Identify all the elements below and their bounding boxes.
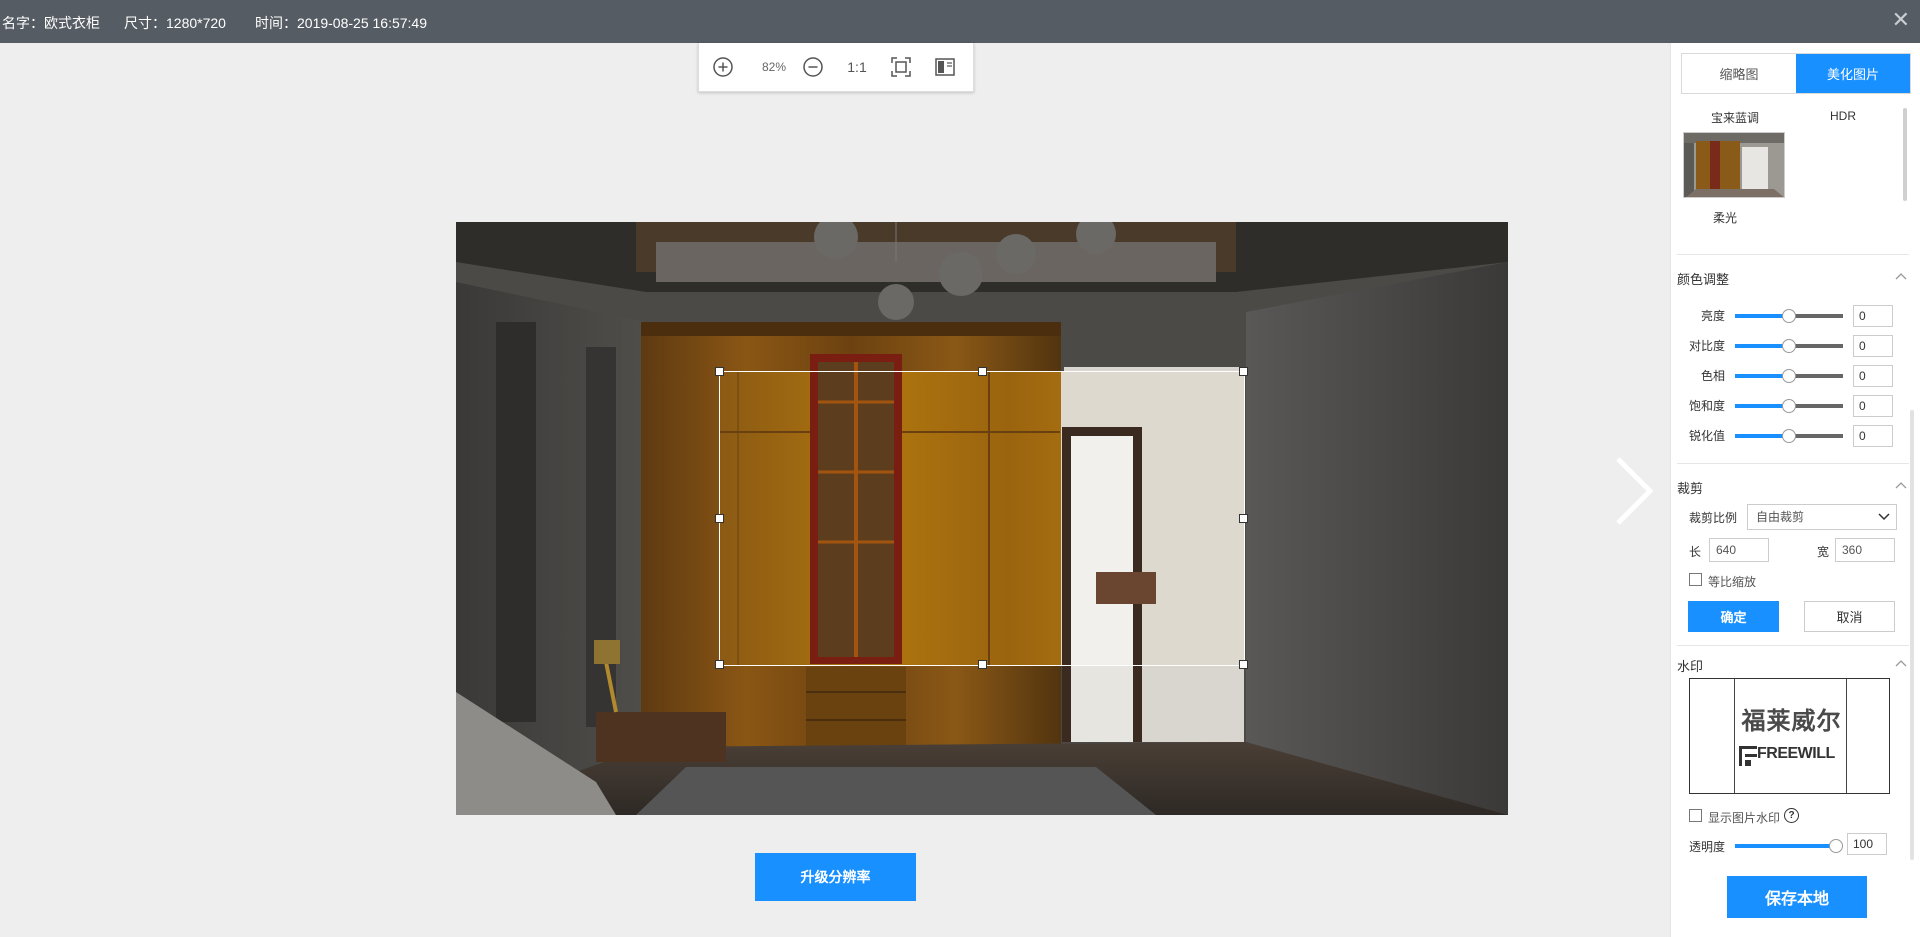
crop-handle-top[interactable] bbox=[978, 367, 987, 376]
crop-ratio-label: 裁剪比例 bbox=[1689, 511, 1738, 525]
help-icon[interactable]: ? bbox=[1784, 808, 1799, 823]
crop-handle-bottom[interactable] bbox=[978, 660, 987, 669]
brightness-label: 亮度 bbox=[1700, 309, 1725, 323]
compare-view-icon[interactable] bbox=[933, 55, 957, 79]
panel-scrollbar[interactable] bbox=[1910, 410, 1914, 860]
main-image[interactable] bbox=[456, 222, 1508, 815]
crop-length-input[interactable]: 640 bbox=[1709, 538, 1769, 562]
chevron-up-icon[interactable] bbox=[1895, 272, 1907, 280]
crop-width-label: 宽 bbox=[1817, 545, 1830, 559]
crop-handle-top-right[interactable] bbox=[1239, 367, 1248, 376]
crop-handle-bottom-left[interactable] bbox=[715, 660, 724, 669]
opacity-input[interactable]: 100 bbox=[1847, 833, 1887, 855]
zoom-level: 82% bbox=[761, 60, 787, 74]
sharpen-label: 锐化值 bbox=[1688, 429, 1725, 443]
hue-label: 色相 bbox=[1700, 369, 1725, 383]
brightness-input[interactable]: 0 bbox=[1853, 305, 1893, 327]
crop-handle-top-left[interactable] bbox=[715, 367, 724, 376]
watermark-logo: 福莱威尔 FREEWILL bbox=[1734, 679, 1847, 793]
opacity-slider[interactable] bbox=[1735, 839, 1843, 853]
crop-selection[interactable] bbox=[715, 367, 1248, 669]
actual-size-button[interactable]: 1:1 bbox=[839, 55, 875, 79]
crop-title: 裁剪 bbox=[1677, 481, 1704, 496]
zoom-out-icon[interactable] bbox=[801, 55, 825, 79]
chevron-up-icon[interactable] bbox=[1895, 481, 1907, 489]
crop-cancel-button[interactable]: 取消 bbox=[1804, 601, 1895, 632]
crop-handle-left[interactable] bbox=[715, 514, 724, 523]
crop-confirm-button[interactable]: 确定 bbox=[1688, 601, 1779, 632]
contrast-input[interactable]: 0 bbox=[1853, 335, 1893, 357]
crop-handle-bottom-right[interactable] bbox=[1239, 660, 1248, 669]
filter-thumbnail-softlight[interactable] bbox=[1683, 132, 1785, 198]
watermark-logo-en: FREEWILL bbox=[1757, 745, 1835, 762]
color-adjust-title: 颜色调整 bbox=[1677, 272, 1730, 287]
slider-knob[interactable] bbox=[1829, 839, 1843, 853]
saturation-slider[interactable] bbox=[1735, 399, 1843, 413]
saturation-input[interactable]: 0 bbox=[1853, 395, 1893, 417]
panel-tabs: 缩略图 美化图片 bbox=[1681, 53, 1911, 94]
slider-knob[interactable] bbox=[1782, 339, 1796, 353]
crop-ratio-select[interactable]: 自由裁剪 bbox=[1747, 504, 1897, 530]
brand-logo-icon bbox=[1739, 746, 1757, 766]
filter-label-blue[interactable]: 宝来蓝调 bbox=[1711, 109, 1759, 126]
saturation-label: 饱和度 bbox=[1688, 399, 1725, 413]
upgrade-resolution-button[interactable]: 升级分辨率 bbox=[755, 853, 916, 901]
file-name: 名字：欧式衣柜 bbox=[2, 15, 100, 31]
zoom-toolbar: 82% 1:1 bbox=[698, 43, 974, 92]
proportional-checkbox[interactable] bbox=[1689, 573, 1702, 586]
divider bbox=[1677, 463, 1909, 464]
sharpen-slider[interactable] bbox=[1735, 429, 1843, 443]
filter-label-softlight[interactable]: 柔光 bbox=[1713, 209, 1737, 226]
divider bbox=[1677, 645, 1909, 646]
contrast-slider[interactable] bbox=[1735, 339, 1843, 353]
proportional-label: 等比缩放 bbox=[1708, 575, 1757, 589]
edit-panel: 缩略图 美化图片 宝来蓝调 HDR 柔光 颜色调整 亮度 0 对比度 0 色相 … bbox=[1670, 43, 1920, 937]
save-local-button[interactable]: 保存本地 bbox=[1727, 876, 1867, 918]
zoom-in-icon[interactable] bbox=[711, 55, 735, 79]
slider-knob[interactable] bbox=[1782, 309, 1796, 323]
image-time: 时间：2019-08-25 16:57:49 bbox=[255, 15, 427, 31]
title-bar: 名字：欧式衣柜 尺寸：1280*720 时间：2019-08-25 16:57:… bbox=[0, 0, 1920, 43]
watermark-logo-cn: 福莱威尔 bbox=[1741, 707, 1842, 735]
crop-width-input[interactable]: 360 bbox=[1835, 538, 1895, 562]
opacity-label: 透明度 bbox=[1689, 840, 1726, 854]
chevron-down-icon bbox=[1878, 513, 1890, 521]
image-size: 尺寸：1280*720 bbox=[124, 15, 226, 31]
tab-thumbnail[interactable]: 缩略图 bbox=[1682, 54, 1796, 93]
watermark-preview[interactable]: 福莱威尔 FREEWILL bbox=[1689, 678, 1890, 794]
contrast-label: 对比度 bbox=[1688, 339, 1725, 353]
show-watermark-checkbox[interactable] bbox=[1689, 809, 1702, 822]
fit-screen-icon[interactable] bbox=[889, 55, 913, 79]
filter-scrollbar[interactable] bbox=[1903, 108, 1907, 201]
sharpen-input[interactable]: 0 bbox=[1853, 425, 1893, 447]
hue-slider[interactable] bbox=[1735, 369, 1843, 383]
next-image-arrow-icon[interactable] bbox=[1612, 455, 1656, 527]
close-icon[interactable]: ✕ bbox=[1892, 8, 1910, 32]
slider-knob[interactable] bbox=[1782, 429, 1796, 443]
filter-label-hdr[interactable]: HDR bbox=[1830, 109, 1856, 123]
tab-beautify[interactable]: 美化图片 bbox=[1796, 54, 1910, 93]
crop-length-label: 长 bbox=[1689, 545, 1702, 559]
watermark-title: 水印 bbox=[1677, 659, 1704, 674]
slider-knob[interactable] bbox=[1782, 399, 1796, 413]
divider bbox=[1677, 254, 1909, 255]
crop-handle-right[interactable] bbox=[1239, 514, 1248, 523]
brightness-slider[interactable] bbox=[1735, 309, 1843, 323]
show-watermark-label: 显示图片水印 bbox=[1708, 811, 1781, 825]
slider-knob[interactable] bbox=[1782, 369, 1796, 383]
hue-input[interactable]: 0 bbox=[1853, 365, 1893, 387]
chevron-up-icon[interactable] bbox=[1895, 659, 1907, 667]
crop-ratio-value: 自由裁剪 bbox=[1756, 510, 1805, 524]
